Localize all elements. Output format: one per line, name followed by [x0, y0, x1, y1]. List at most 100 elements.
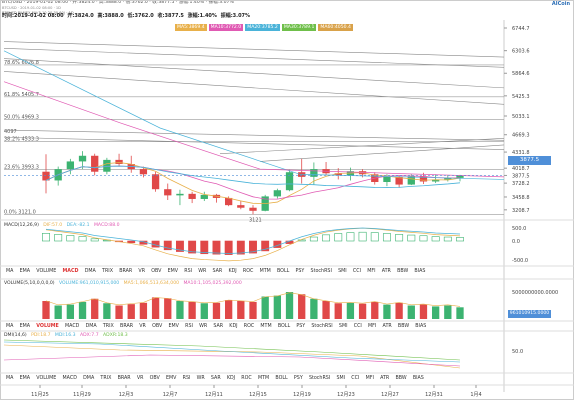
indicator-tab-boll[interactable]: BOLL [278, 324, 290, 329]
indicator-tab-bias[interactable]: BIAS [413, 376, 424, 381]
indicator-tab-emv[interactable]: EMV [168, 324, 178, 329]
indicator-tab-brar[interactable]: BRAR [120, 324, 133, 329]
indicator-tab-vr[interactable]: VR [139, 324, 146, 329]
macd-title: MACD(12,26,9) DIF:57.0 DEA:-82.1 MACD:88… [4, 223, 120, 228]
indicator-tab-macd[interactable]: MACD [63, 269, 79, 274]
indicator-tab-boll[interactable]: BOLL [277, 269, 289, 274]
volume-bar [224, 300, 233, 319]
indicator-tab-sar[interactable]: SAR [213, 324, 223, 329]
indicator-tab-dma[interactable]: DMA [83, 376, 94, 381]
candle-body [188, 193, 196, 199]
indicator-tab-trix[interactable]: TRIX [100, 376, 111, 381]
indicator-tab-smi[interactable]: SMI [338, 269, 347, 274]
indicator-tab-rsi[interactable]: RSI [183, 376, 191, 381]
indicator-tab-emv[interactable]: EMV [166, 376, 176, 381]
trend-line [3, 136, 505, 150]
indicator-tab-cci[interactable]: CCI [353, 269, 361, 274]
fib-level-label: 50.0% 4969.3 [4, 114, 39, 120]
indicator-tab-psy[interactable]: PSY [294, 376, 303, 381]
volume-value: VOLUME:961,010,915,000 [58, 281, 120, 286]
indicator-tab-smi[interactable]: SMI [339, 324, 348, 329]
volume-bar [249, 301, 257, 319]
indicator-tab-macd[interactable]: MACD [65, 324, 79, 329]
indicator-tab-obv[interactable]: OBV [151, 269, 161, 274]
indicator-tab-mfi[interactable]: MFI [368, 324, 376, 329]
indicator-tab-ema[interactable]: EMA [20, 269, 30, 274]
indicator-tab-brar[interactable]: BRAR [119, 269, 132, 274]
indicator-tab-volume[interactable]: VOLUME [36, 269, 56, 274]
indicator-tab-psy[interactable]: PSY [295, 269, 304, 274]
indicator-tab-mtm[interactable]: MTM [260, 324, 271, 329]
volume-title: VOLUME(5,10,0,0,0,0) VOLUME:961,010,915,… [4, 281, 242, 286]
macd-bar [322, 234, 331, 242]
indicator-tab-volume[interactable]: VOLUME [36, 376, 56, 381]
dmi-axis-label: 50.0 [512, 349, 523, 355]
indicator-tab-wr[interactable]: WR [197, 376, 205, 381]
indicator-tab-kdj[interactable]: KDJ [229, 324, 237, 329]
indicator-tab-roc[interactable]: ROC [243, 269, 253, 274]
macd-bar [407, 234, 416, 242]
indicator-tab-dma[interactable]: DMA [85, 269, 96, 274]
indicator-tab-smi[interactable]: SMI [336, 376, 345, 381]
indicator-tab-vr[interactable]: VR [137, 376, 144, 381]
indicator-tab-atr[interactable]: ATR [382, 269, 391, 274]
macd-bar [382, 233, 391, 242]
indicator-tab-bias[interactable]: BIAS [414, 269, 425, 274]
candle-body [200, 194, 208, 199]
indicator-tab-ma[interactable]: MA [6, 269, 13, 274]
date-axis-label: 11月29 [73, 392, 91, 398]
indicator-tab-wr[interactable]: WR [199, 324, 207, 329]
indicator-tab-bbw[interactable]: BBW [395, 376, 406, 381]
indicator-tab-obv[interactable]: OBV [150, 376, 160, 381]
indicator-tab-mtm[interactable]: MTM [260, 269, 271, 274]
indicator-tab-atr[interactable]: ATR [383, 324, 392, 329]
indicator-tab-sar[interactable]: SAR [211, 376, 221, 381]
indicator-tab-volume[interactable]: VOLUME [36, 324, 59, 329]
indicator-tab-boll[interactable]: BOLL [275, 376, 287, 381]
indicator-tab-kdj[interactable]: KDJ [227, 376, 235, 381]
kline-chart[interactable]: 6744.76303.65864.65425.35033.14669.34331… [0, 0, 574, 400]
indicator-tab-ma[interactable]: MA [6, 324, 13, 329]
indicator-tab-bias[interactable]: BIAS [415, 324, 426, 329]
indicator-tab-sar[interactable]: SAR [213, 269, 223, 274]
indicator-tab-cci[interactable]: CCI [354, 324, 362, 329]
indicator-tab-stochrsi[interactable]: StochRSI [309, 376, 330, 381]
indicator-tab-roc[interactable]: ROC [244, 324, 254, 329]
date-axis-label: 11月25 [31, 392, 49, 398]
macd-bar [443, 236, 452, 242]
dmi-adx-line [3, 354, 461, 367]
indicator-tab-psy[interactable]: PSY [296, 324, 305, 329]
indicator-tab-ema[interactable]: EMA [20, 324, 30, 329]
macd-bar [285, 240, 294, 244]
candle-body [103, 159, 111, 172]
macd-bar [54, 234, 63, 242]
indicator-tab-dma[interactable]: DMA [86, 324, 97, 329]
indicator-tab-rsi[interactable]: RSI [185, 324, 193, 329]
macd-bar [370, 232, 379, 242]
indicator-tab-stochrsi[interactable]: StochRSI [311, 324, 332, 329]
indicator-tab-obv[interactable]: OBV [152, 324, 162, 329]
indicator-tab-roc[interactable]: ROC [241, 376, 251, 381]
indicator-tab-bbw[interactable]: BBW [398, 324, 409, 329]
indicator-tab-trix[interactable]: TRIX [103, 324, 114, 329]
indicator-tab-mfi[interactable]: MFI [366, 376, 374, 381]
indicator-tab-wr[interactable]: WR [198, 269, 206, 274]
indicator-tab-cci[interactable]: CCI [351, 376, 359, 381]
indicator-tab-rsi[interactable]: RSI [184, 269, 192, 274]
indicator-tab-bbw[interactable]: BBW [397, 269, 408, 274]
indicator-tab-mtm[interactable]: MTM [258, 376, 269, 381]
indicator-tab-vr[interactable]: VR [138, 269, 145, 274]
indicator-tab-macd[interactable]: MACD [63, 376, 77, 381]
indicator-tab-emv[interactable]: EMV [168, 269, 178, 274]
indicator-tab-stochrsi[interactable]: StochRSI [311, 269, 332, 274]
indicator-tab-brar[interactable]: BRAR [118, 376, 131, 381]
indicator-tab-mfi[interactable]: MFI [367, 269, 375, 274]
macd-bar [334, 233, 343, 242]
indicator-tab-trix[interactable]: TRIX [102, 269, 113, 274]
indicator-tab-kdj[interactable]: KDJ [228, 269, 236, 274]
indicator-tab-atr[interactable]: ATR [380, 376, 389, 381]
date-axis-label: 12月31 [425, 392, 443, 398]
indicator-tab-ema[interactable]: EMA [20, 376, 30, 381]
indicator-tab-ma[interactable]: MA [6, 376, 13, 381]
volume-bar [91, 298, 99, 319]
